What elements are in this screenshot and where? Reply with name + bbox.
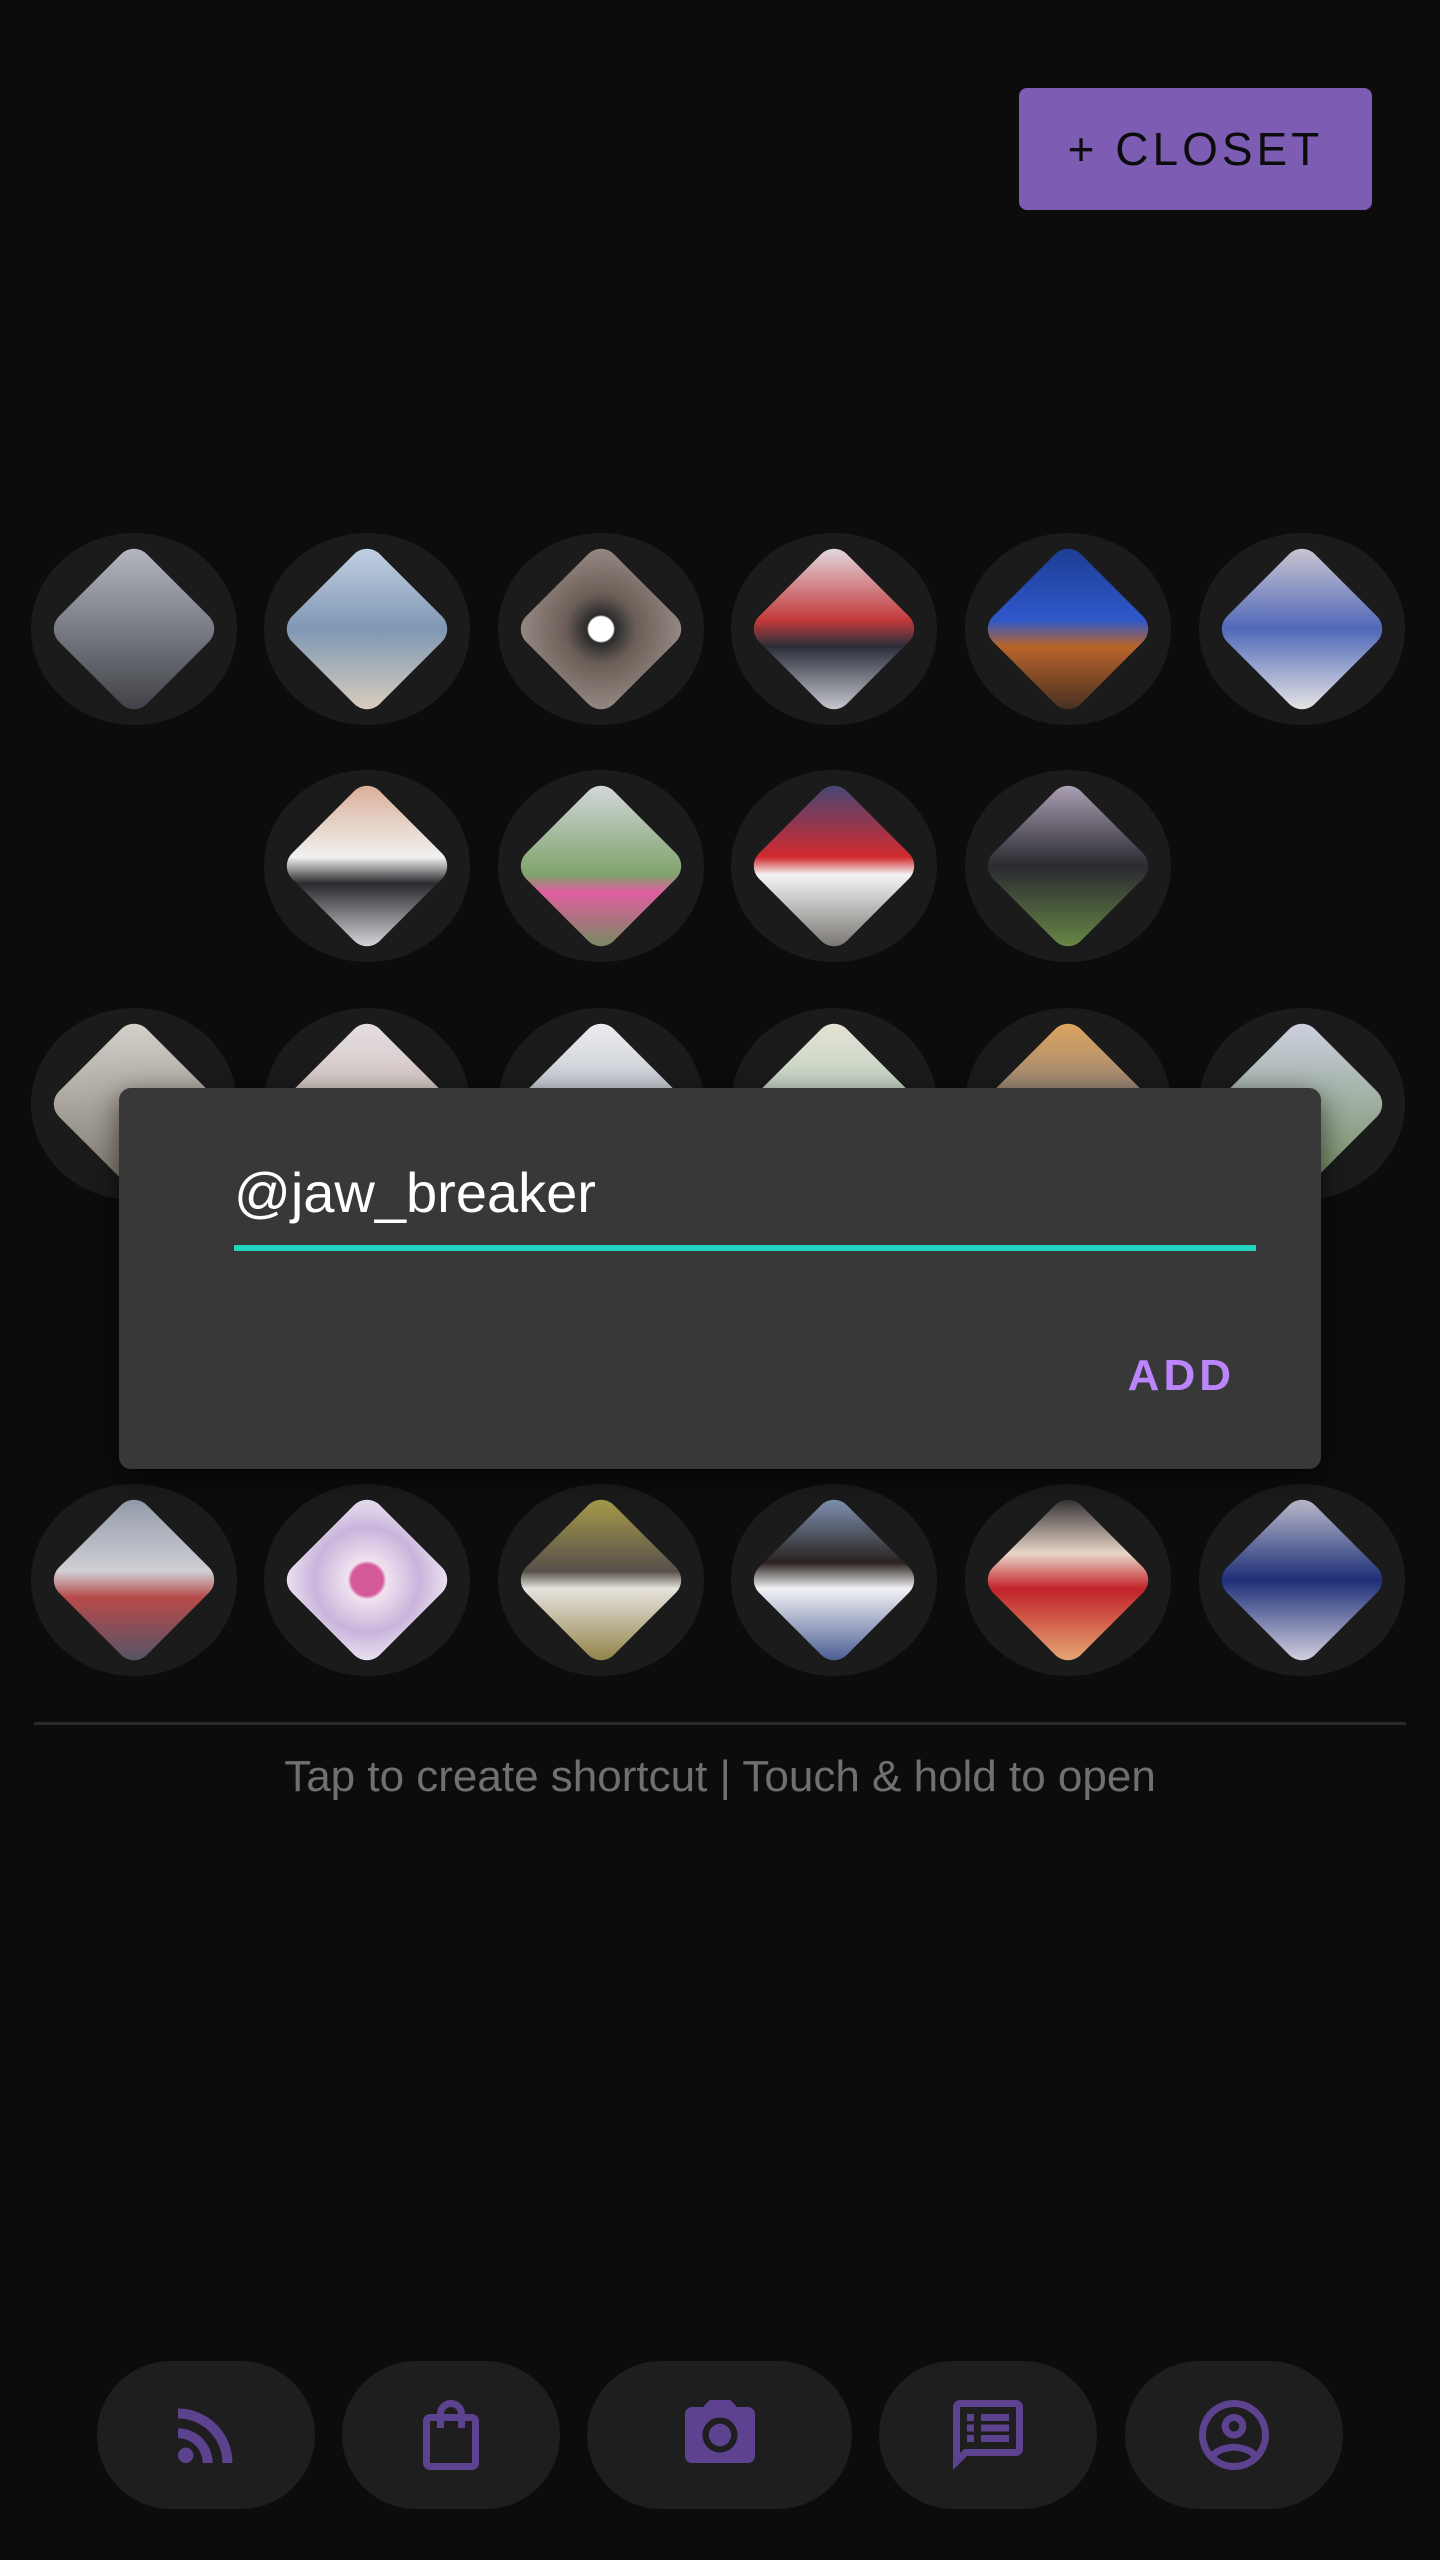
closet-photo-blue-gown — [1214, 1492, 1390, 1668]
closet-tile[interactable] — [731, 1484, 937, 1676]
closet-photo-kids-coats — [980, 778, 1156, 954]
hint-text: Tap to create shortcut | Touch & hold to… — [284, 1752, 1156, 1801]
nav-feed-button[interactable] — [97, 2361, 315, 2509]
handle-input[interactable] — [234, 1156, 1254, 1228]
closet-photo-sneaker-sole — [46, 1492, 222, 1668]
nav-profile-button[interactable] — [1125, 2361, 1343, 2509]
closet-photo-red-shoes — [746, 778, 922, 954]
closet-photo-woman-white-top — [746, 1492, 922, 1668]
camera-icon — [684, 2400, 755, 2463]
closet-photo-shirts — [279, 541, 455, 717]
closet-photo-suit — [1214, 541, 1390, 717]
closet-tile[interactable] — [965, 1484, 1171, 1676]
nav-messages-button[interactable] — [879, 2361, 1097, 2509]
rss-feed-icon — [178, 2408, 233, 2463]
closet-row-2 — [0, 770, 1440, 962]
closet-tile[interactable] — [731, 533, 937, 725]
closet-photo-runner — [46, 541, 222, 717]
closet-tile[interactable] — [498, 770, 704, 962]
closet-tile[interactable] — [264, 533, 470, 725]
nav-shop-button[interactable] — [342, 2361, 560, 2509]
closet-photo-watch — [513, 541, 689, 717]
account-circle-icon — [1199, 2400, 1269, 2470]
closet-photo-red-dress — [980, 1492, 1156, 1668]
closet-row-1 — [0, 533, 1440, 725]
closet-tile[interactable] — [264, 770, 470, 962]
closet-tile[interactable] — [31, 1484, 237, 1676]
add-handle-dialog: ADD — [119, 1088, 1321, 1469]
closet-photo-tie-wallet — [980, 541, 1156, 717]
nav-camera-button[interactable] — [587, 2361, 852, 2509]
closet-tile[interactable] — [498, 533, 704, 725]
divider — [34, 1722, 1406, 1725]
closet-tile[interactable] — [1199, 533, 1405, 725]
closet-photo-kids-sunglasses — [279, 778, 455, 954]
closet-row-4 — [0, 1484, 1440, 1676]
closet-photo-makeup — [279, 1492, 455, 1668]
closet-tile[interactable] — [965, 770, 1171, 962]
closet-photo-sneakers — [746, 541, 922, 717]
closet-tile[interactable] — [264, 1484, 470, 1676]
message-icon — [953, 2400, 1023, 2470]
closet-tile[interactable] — [1199, 1484, 1405, 1676]
add-closet-button[interactable]: + CLOSET — [1019, 88, 1372, 210]
input-underline — [234, 1245, 1256, 1251]
add-button[interactable]: ADD — [1122, 1350, 1241, 1402]
closet-tile[interactable] — [498, 1484, 704, 1676]
closet-photo-kids-running — [513, 778, 689, 954]
closet-tile[interactable] — [965, 533, 1171, 725]
closet-tile[interactable] — [731, 770, 937, 962]
closet-tile[interactable] — [31, 533, 237, 725]
shopping-bag-icon — [423, 2400, 479, 2470]
closet-photo-maternity — [513, 1492, 689, 1668]
